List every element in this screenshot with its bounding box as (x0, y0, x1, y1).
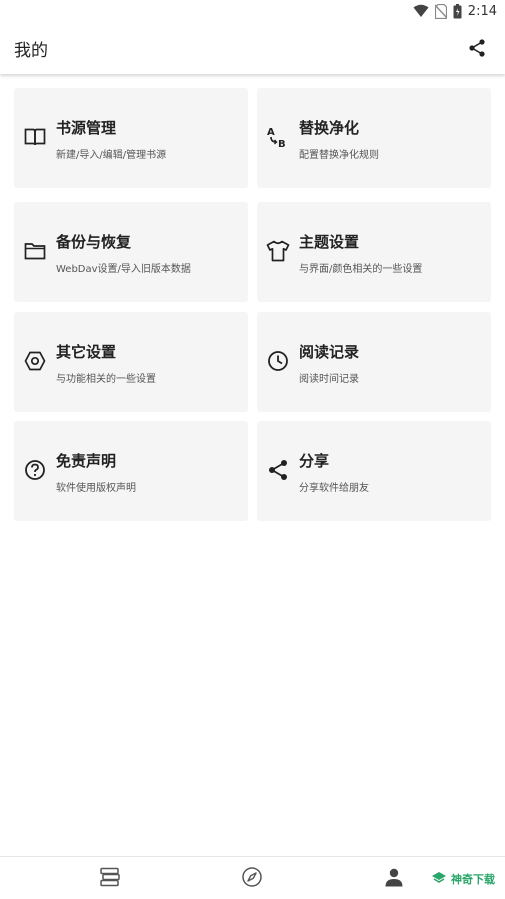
card-reading-record[interactable]: 阅读记录 阅读时间记录 (257, 312, 491, 412)
watermark-icon (431, 871, 447, 888)
card-title: 免责声明 (56, 452, 117, 470)
card-subtitle: 分享软件给朋友 (299, 483, 369, 494)
replace-ab-icon: AB (265, 124, 291, 150)
folder-icon (22, 238, 48, 264)
card-disclaimer[interactable]: 免责声明 软件使用版权声明 (14, 421, 248, 521)
page-title: 我的 (14, 41, 48, 61)
shirt-icon (265, 238, 291, 264)
card-title: 阅读记录 (299, 343, 360, 361)
card-subtitle: 新建/导入/编辑/管理书源 (56, 150, 167, 161)
card-subtitle: 软件使用版权声明 (56, 483, 136, 494)
question-circle-icon (22, 457, 48, 483)
person-icon (384, 867, 404, 891)
compass-icon (241, 866, 263, 892)
watermark-text: 神奇下载 (451, 873, 495, 886)
card-title: 主题设置 (299, 233, 360, 251)
svg-text:A: A (267, 127, 275, 138)
share-button[interactable] (465, 36, 489, 60)
watermark-logo: 神奇下载 (431, 871, 495, 887)
card-subtitle: 配置替换净化规则 (299, 150, 379, 161)
battery-icon (453, 3, 462, 19)
card-title: 备份与恢复 (56, 233, 132, 251)
card-title: 其它设置 (56, 343, 117, 361)
card-subtitle: WebDav设置/导入旧版本数据 (56, 264, 191, 275)
card-subtitle: 阅读时间记录 (299, 374, 359, 385)
clock-icon (265, 348, 291, 374)
card-book-source[interactable]: 书源管理 新建/导入/编辑/管理书源 (14, 88, 248, 188)
wifi-icon (413, 4, 429, 18)
card-subtitle: 与功能相关的一些设置 (56, 374, 156, 385)
card-title: 分享 (299, 452, 330, 470)
card-theme-settings[interactable]: 主题设置 与界面/颜色相关的一些设置 (257, 202, 491, 302)
clock: 2:14 (467, 3, 497, 19)
card-other-settings[interactable]: 其它设置 与功能相关的一些设置 (14, 312, 248, 412)
no-sim-icon (434, 3, 447, 19)
share-icon (265, 457, 291, 483)
card-share[interactable]: 分享 分享软件给朋友 (257, 421, 491, 521)
nav-bookshelf[interactable] (98, 867, 122, 891)
status-bar: 2:14 (0, 0, 505, 22)
app-bar: 我的 (0, 22, 505, 74)
card-title: 书源管理 (56, 119, 117, 137)
nav-mine[interactable] (382, 867, 406, 891)
bookshelf-icon (99, 867, 121, 891)
bottom-nav: 神奇下载 (0, 856, 505, 899)
settings-hexagon-icon (22, 348, 48, 374)
svg-text:B: B (278, 139, 286, 149)
card-backup-restore[interactable]: 备份与恢复 WebDav设置/导入旧版本数据 (14, 202, 248, 302)
card-replace-rule[interactable]: AB 替换净化 配置替换净化规则 (257, 88, 491, 188)
card-subtitle: 与界面/颜色相关的一些设置 (299, 264, 423, 275)
status-icons: 2:14 (413, 2, 497, 20)
nav-discover[interactable] (240, 867, 264, 891)
share-icon (465, 39, 489, 64)
card-title: 替换净化 (299, 119, 360, 137)
book-icon (22, 124, 48, 150)
